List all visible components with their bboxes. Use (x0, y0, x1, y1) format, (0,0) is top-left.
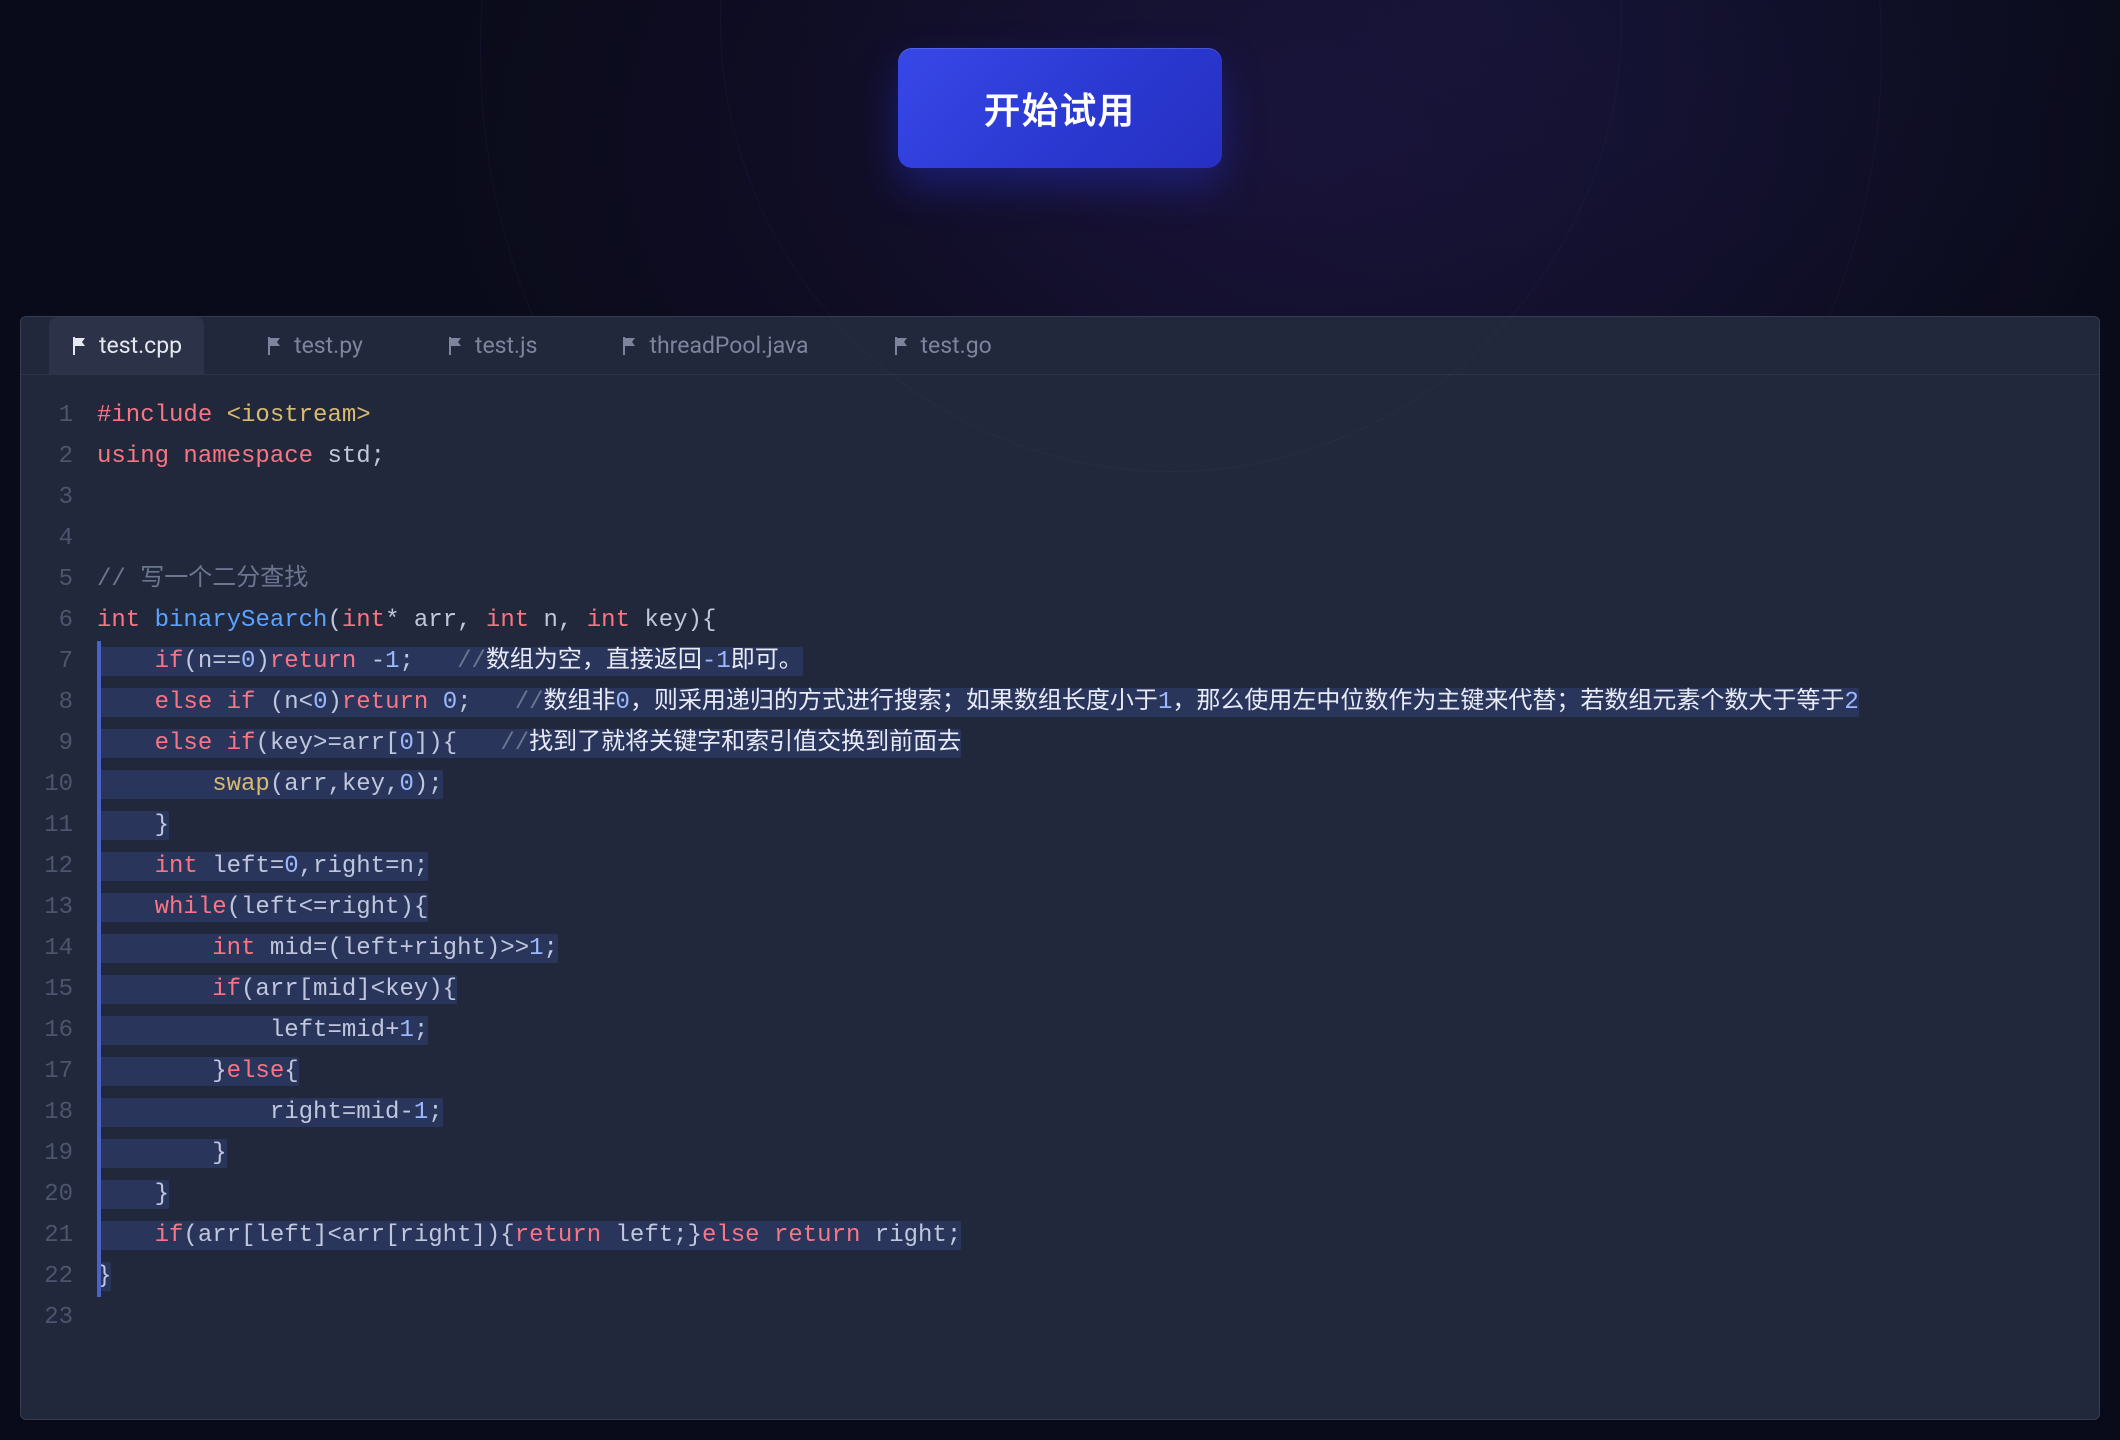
start-trial-button[interactable]: 开始试用 (898, 48, 1222, 168)
code-line: if(arr[left]<arr[right]){return left;}el… (97, 1215, 2099, 1256)
line-number: 15 (21, 969, 73, 1010)
editor-tab[interactable]: test.py (244, 317, 385, 374)
line-number: 6 (21, 600, 73, 641)
line-number: 10 (21, 764, 73, 805)
code-content[interactable]: #include <iostream>using namespace std; /… (87, 395, 2099, 1419)
line-number: 19 (21, 1133, 73, 1174)
code-line: else if(key>=arr[0]){ //找到了就将关键字和索引值交换到前… (97, 723, 2099, 764)
code-line (97, 518, 2099, 559)
line-number: 21 (21, 1215, 73, 1256)
line-number: 8 (21, 682, 73, 723)
code-line: #include <iostream> (97, 395, 2099, 436)
line-number: 16 (21, 1010, 73, 1051)
line-number: 1 (21, 395, 73, 436)
code-line: int binarySearch(int* arr, int n, int ke… (97, 600, 2099, 641)
code-line: right=mid-1; (97, 1092, 2099, 1133)
code-line: else if (n<0)return 0; //数组非0，则采用递归的方式进行… (97, 682, 2099, 723)
flag-icon (893, 337, 909, 355)
code-line: } (97, 805, 2099, 846)
tab-label: test.js (475, 332, 538, 359)
flag-icon (71, 337, 87, 355)
line-number: 23 (21, 1297, 73, 1338)
code-line: using namespace std; (97, 436, 2099, 477)
tab-label: threadPool.java (649, 332, 808, 359)
line-number: 14 (21, 928, 73, 969)
line-number: 11 (21, 805, 73, 846)
line-number: 20 (21, 1174, 73, 1215)
code-line: }else{ (97, 1051, 2099, 1092)
line-number: 9 (21, 723, 73, 764)
line-number-gutter: 1234567891011121314151617181920212223 (21, 395, 87, 1419)
line-number: 7 (21, 641, 73, 682)
tab-label: test.cpp (99, 332, 182, 359)
code-line: left=mid+1; (97, 1010, 2099, 1051)
editor-tab[interactable]: test.go (871, 317, 1014, 374)
line-number: 12 (21, 846, 73, 887)
code-line: if(arr[mid]<key){ (97, 969, 2099, 1010)
code-area[interactable]: 1234567891011121314151617181920212223 #i… (21, 375, 2099, 1419)
code-line: int left=0,right=n; (97, 846, 2099, 887)
code-line: } (97, 1174, 2099, 1215)
code-line: if(n==0)return -1; //数组为空，直接返回-1即可。 (97, 641, 2099, 682)
tab-label: test.go (921, 332, 992, 359)
code-line: } (97, 1256, 2099, 1297)
flag-icon (447, 337, 463, 355)
flag-icon (266, 337, 282, 355)
code-line: int mid=(left+right)>>1; (97, 928, 2099, 969)
code-line (97, 1297, 2099, 1338)
flag-icon (621, 337, 637, 355)
line-number: 3 (21, 477, 73, 518)
editor-tab[interactable]: test.cpp (49, 317, 204, 374)
editor-tab[interactable]: test.js (425, 317, 560, 374)
editor-tab[interactable]: threadPool.java (599, 317, 830, 374)
line-number: 13 (21, 887, 73, 928)
code-line: // 写一个二分查找 (97, 559, 2099, 600)
tab-label: test.py (294, 332, 363, 359)
code-line: while(left<=right){ (97, 887, 2099, 928)
code-editor: test.cpp test.py test.js threadPool.java tes… (20, 316, 2100, 1420)
line-number: 17 (21, 1051, 73, 1092)
editor-tab-bar: test.cpp test.py test.js threadPool.java tes… (21, 317, 2099, 375)
line-number: 18 (21, 1092, 73, 1133)
code-line: } (97, 1133, 2099, 1174)
line-number: 2 (21, 436, 73, 477)
line-number: 4 (21, 518, 73, 559)
line-number: 22 (21, 1256, 73, 1297)
code-line (97, 477, 2099, 518)
line-number: 5 (21, 559, 73, 600)
code-line: swap(arr,key,0); (97, 764, 2099, 805)
